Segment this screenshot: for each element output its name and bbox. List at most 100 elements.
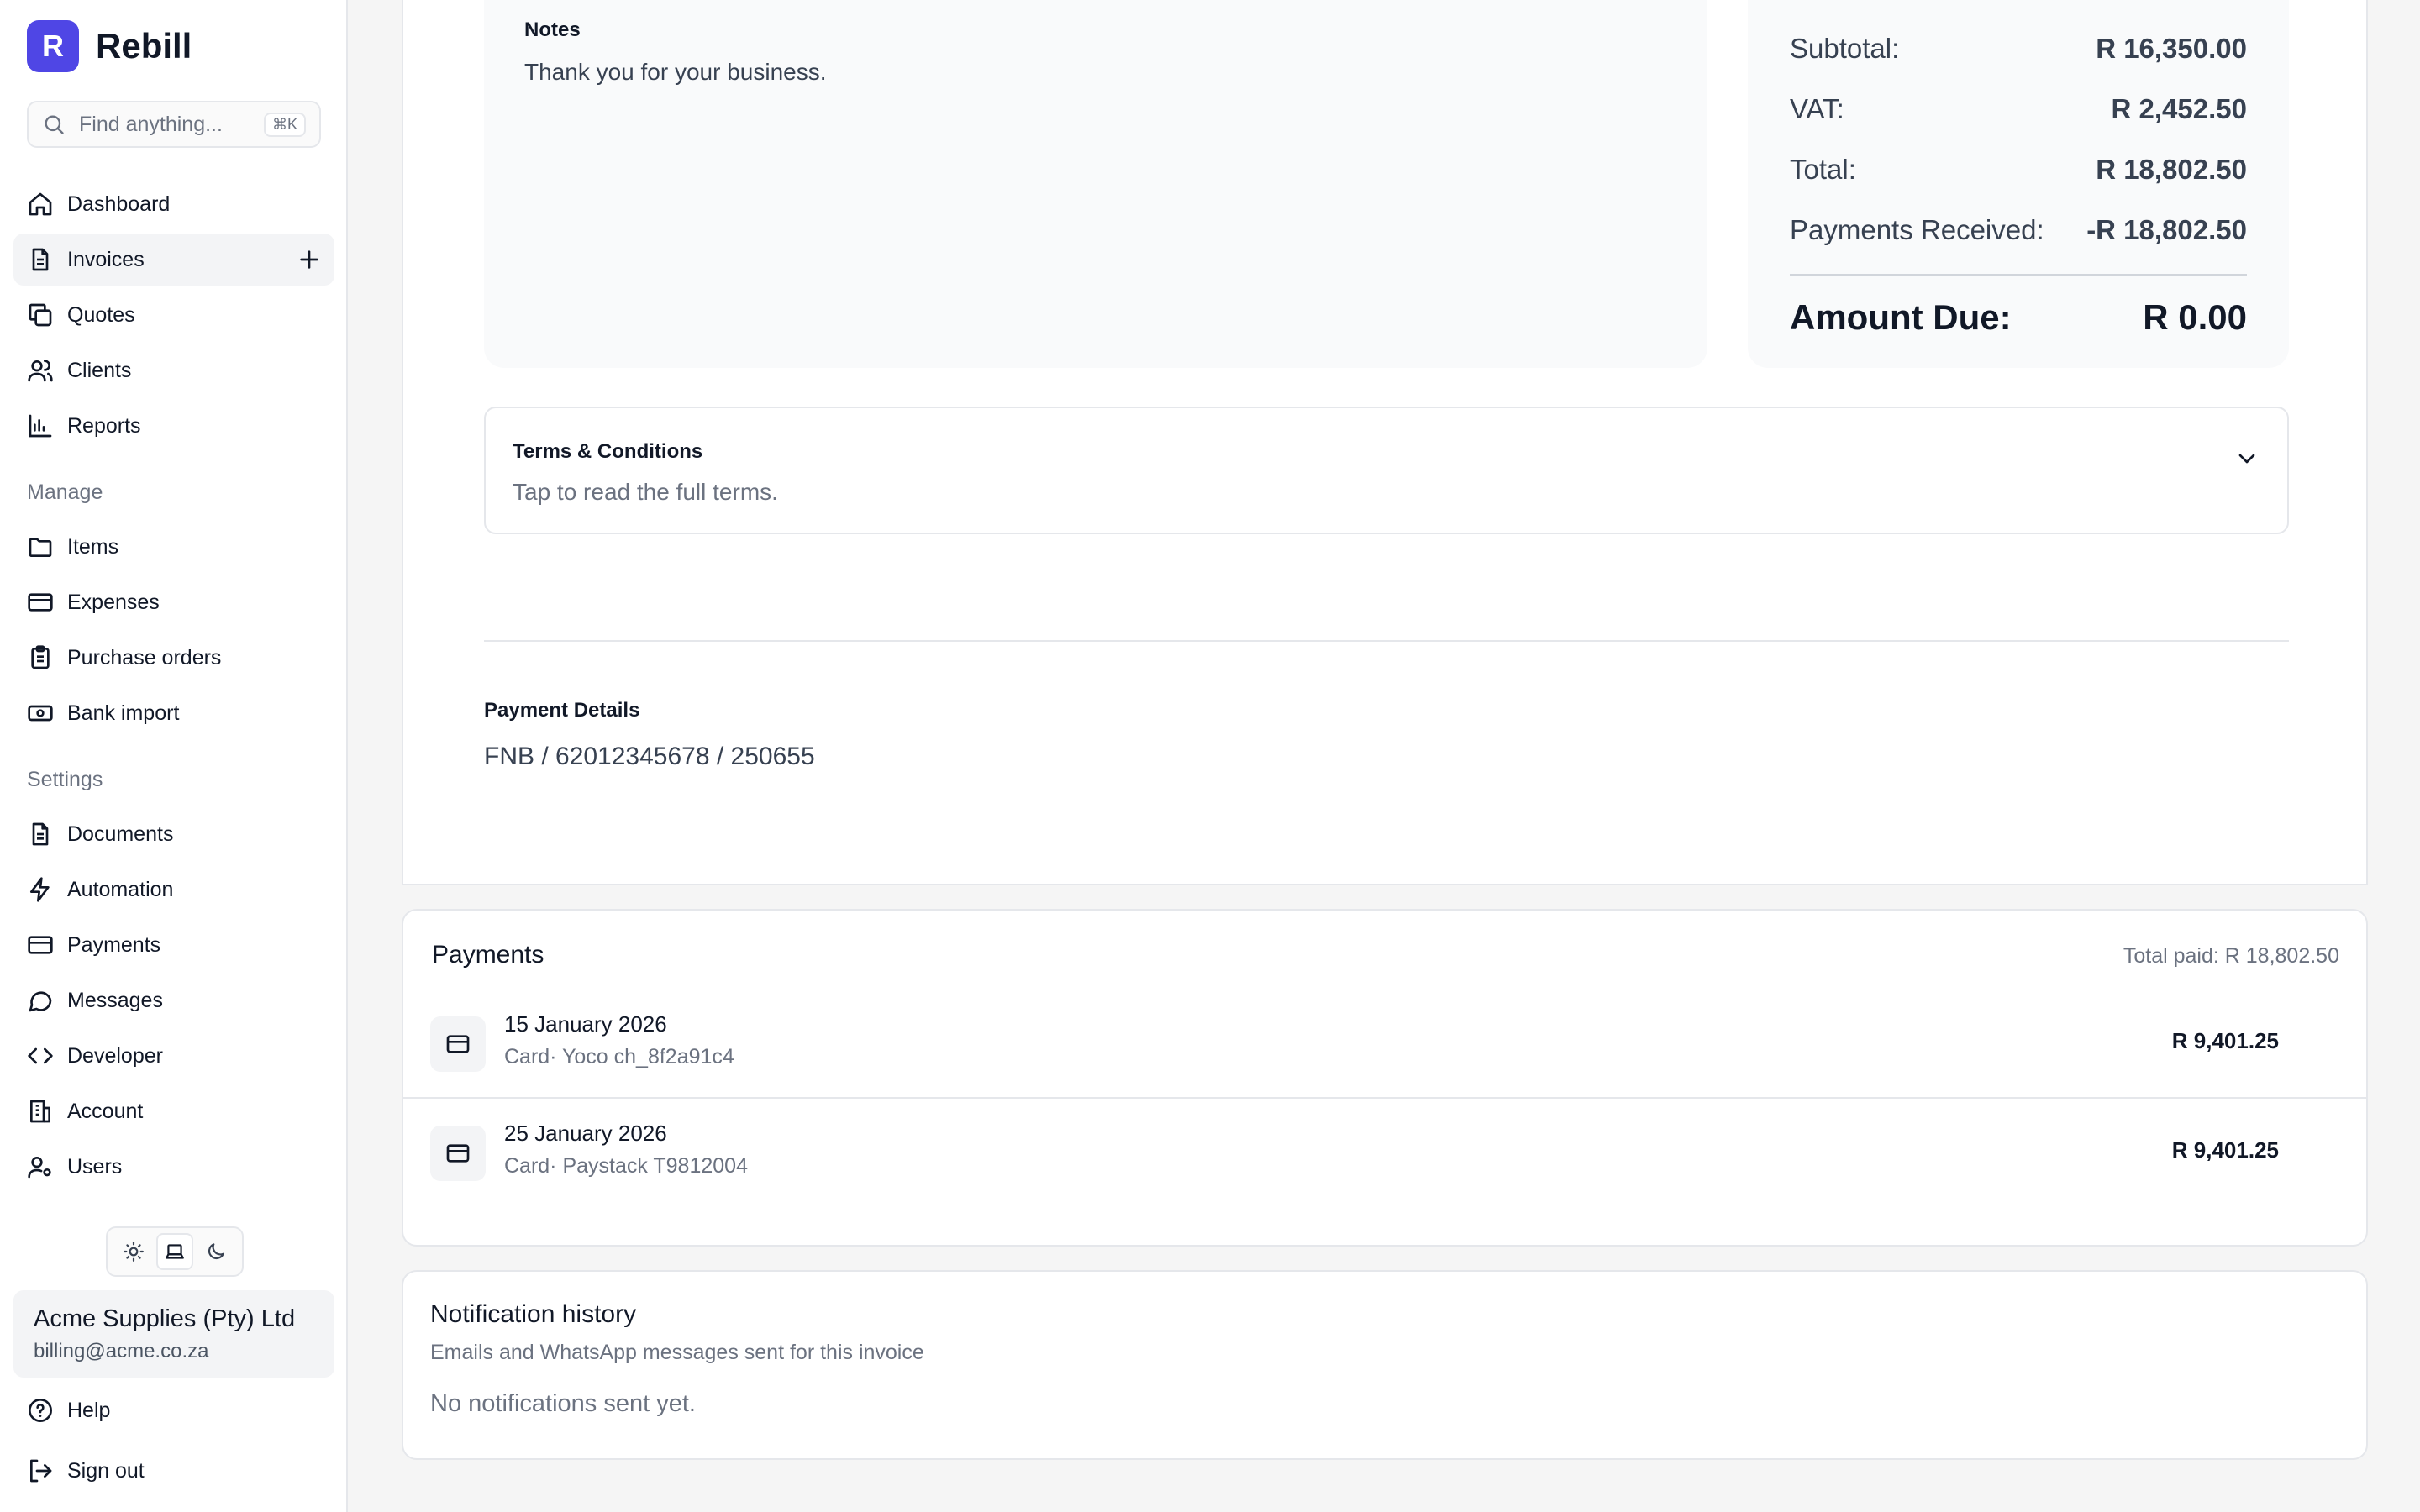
sidebar-item-account[interactable]: Account — [13, 1085, 334, 1137]
add-invoice-icon[interactable] — [296, 246, 323, 273]
brand[interactable]: R Rebill — [27, 20, 192, 72]
payment-row[interactable]: 25 January 2026 Card· Paystack T9812004 … — [403, 1100, 2366, 1208]
amount-due-value: R 0.00 — [2143, 297, 2247, 337]
sidebar-item-documents[interactable]: Documents — [13, 808, 334, 860]
sidebar-item-purchase-orders[interactable]: Purchase orders — [13, 632, 334, 684]
search-shortcut: ⌘K — [263, 112, 306, 137]
account-name: Acme Supplies (Pty) Ltd — [34, 1305, 296, 1332]
subtotal-value: R 16,350.00 — [2096, 33, 2247, 64]
sidebar-item-dashboard[interactable]: Dashboard — [13, 178, 334, 230]
folder-icon — [29, 538, 52, 557]
total-value: R 18,802.50 — [2096, 154, 2247, 185]
vat-row: VAT: R 2,452.50 — [1790, 79, 2247, 139]
divider — [484, 640, 2289, 642]
brand-logo: R — [27, 20, 79, 72]
payment-details: Payment Details FNB / 62012345678 / 2506… — [484, 699, 815, 771]
help-circle-icon — [29, 1399, 52, 1422]
theme-system-button[interactable] — [155, 1233, 193, 1270]
credit-card-icon — [446, 1144, 470, 1163]
terms-subtext: Tap to read the full terms. — [513, 479, 778, 505]
payment-amount: R 9,401.25 — [2171, 1028, 2279, 1053]
credit-card-icon — [28, 936, 53, 954]
user-cog-icon — [28, 1157, 51, 1179]
home-icon — [29, 192, 52, 216]
message-circle-icon — [29, 991, 52, 1012]
sidebar-item-label: Clients — [67, 358, 132, 382]
sidebar-item-developer[interactable]: Developer — [13, 1030, 334, 1082]
terms-accordion[interactable]: Terms & Conditions Tap to read the full … — [484, 407, 2289, 534]
account-email: billing@acme.co.za — [34, 1340, 209, 1362]
banknote-icon — [28, 705, 53, 722]
totals-card: Subtotal: R 16,350.00 VAT: R 2,452.50 To… — [1748, 0, 2289, 368]
payment-row[interactable]: 15 January 2026 Card· Yoco ch_8f2a91c4 R… — [403, 991, 2366, 1099]
payments-received-label: Payments Received: — [1790, 214, 2044, 245]
payment-date: 15 January 2026 — [504, 1011, 667, 1037]
notification-history-subtitle: Emails and WhatsApp messages sent for th… — [430, 1341, 924, 1364]
notification-history-card: Notification history Emails and WhatsApp… — [402, 1270, 2368, 1460]
section-label-settings: Settings — [27, 768, 103, 791]
terms-heading: Terms & Conditions — [513, 440, 703, 463]
payments-received-row: Payments Received: -R 18,802.50 — [1790, 200, 2247, 260]
sidebar-item-bank-import[interactable]: Bank import — [13, 687, 334, 739]
vat-label: VAT: — [1790, 93, 1844, 124]
payment-details-heading: Payment Details — [484, 699, 640, 722]
sidebar-item-label: Account — [67, 1099, 144, 1123]
notification-empty-state: No notifications sent yet. — [430, 1390, 696, 1417]
file-text-icon — [32, 822, 49, 846]
account-switcher[interactable]: Acme Supplies (Pty) Ltd billing@acme.co.… — [13, 1290, 334, 1378]
payment-description: Card· Yoco ch_8f2a91c4 — [504, 1045, 734, 1068]
sidebar-item-label: Purchase orders — [67, 645, 222, 669]
chevron-down-icon[interactable] — [2233, 445, 2260, 472]
notification-history-title: Notification history — [430, 1300, 637, 1328]
sidebar-item-messages[interactable]: Messages — [13, 974, 334, 1026]
sidebar-item-label: Payments — [67, 932, 161, 957]
search-placeholder: Find anything... — [79, 112, 223, 136]
subtotal-row: Subtotal: R 16,350.00 — [1790, 18, 2247, 79]
sidebar-item-items[interactable]: Items — [13, 521, 334, 573]
payments-title: Payments — [432, 941, 544, 969]
sun-icon — [123, 1242, 144, 1262]
sidebar-item-clients[interactable]: Clients — [13, 344, 334, 396]
sidebar-item-users[interactable]: Users — [13, 1141, 334, 1193]
sidebar-item-label: Messages — [67, 988, 163, 1012]
payment-description: Card· Paystack T9812004 — [504, 1154, 748, 1178]
sidebar-item-invoices[interactable]: Invoices — [13, 234, 334, 286]
sign-out-button[interactable]: Sign out — [13, 1445, 334, 1497]
theme-dark-button[interactable] — [197, 1233, 234, 1270]
sidebar-item-label: Invoices — [67, 247, 145, 271]
sidebar-item-label: Items — [67, 534, 119, 559]
theme-toggle — [106, 1226, 244, 1277]
payments-total-paid: Total paid: R 18,802.50 — [2123, 944, 2339, 968]
credit-card-icon — [28, 593, 53, 612]
sidebar-item-label: Dashboard — [67, 192, 171, 216]
payments-received-value: -R 18,802.50 — [2086, 214, 2247, 245]
section-label-manage: Manage — [27, 480, 103, 504]
sidebar-item-quotes[interactable]: Quotes — [13, 289, 334, 341]
payment-details-text: FNB / 62012345678 / 250655 — [484, 743, 815, 770]
payment-date: 25 January 2026 — [504, 1121, 667, 1146]
invoice-panel: Notes Thank you for your business. Subto… — [402, 0, 2368, 885]
sidebar-item-automation[interactable]: Automation — [13, 864, 334, 916]
amount-due-row: Amount Due: R 0.00 — [1790, 276, 2247, 360]
total-row: Total: R 18,802.50 — [1790, 139, 2247, 200]
payment-method-icon-wrap — [430, 1126, 486, 1181]
sidebar-item-reports[interactable]: Reports — [13, 400, 334, 452]
payment-amount: R 9,401.25 — [2171, 1137, 2279, 1163]
help-link[interactable]: Help — [13, 1384, 334, 1436]
copy-icon — [29, 303, 52, 327]
sidebar-item-label: Reports — [67, 413, 141, 438]
theme-light-button[interactable] — [115, 1233, 152, 1270]
moon-icon — [208, 1243, 225, 1260]
users-icon — [28, 360, 53, 382]
sidebar-item-label: Developer — [67, 1043, 163, 1068]
building-icon — [30, 1100, 50, 1123]
sidebar-item-label: Quotes — [67, 302, 135, 327]
code-icon — [28, 1047, 53, 1064]
file-icon — [32, 248, 49, 271]
notes-text: Thank you for your business. — [524, 59, 827, 85]
search-input[interactable]: Find anything... ⌘K — [27, 101, 321, 148]
sidebar-item-expenses[interactable]: Expenses — [13, 576, 334, 628]
sidebar-item-payments[interactable]: Payments — [13, 919, 334, 971]
vat-value: R 2,452.50 — [2111, 93, 2247, 124]
sidebar-item-label: Documents — [67, 822, 174, 846]
